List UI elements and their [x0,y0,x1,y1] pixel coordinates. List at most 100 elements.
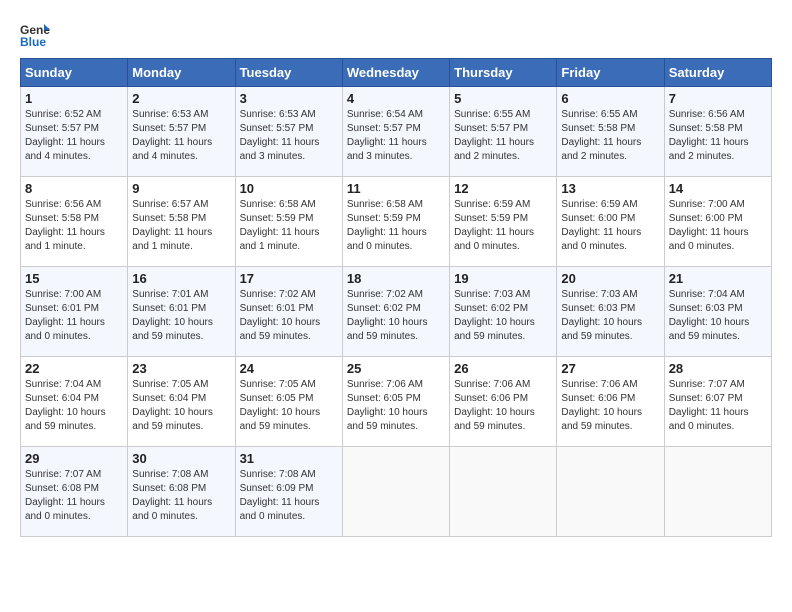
calendar-cell: 30 Sunrise: 7:08 AM Sunset: 6:08 PM Dayli… [128,447,235,537]
calendar-cell [342,447,449,537]
day-info: Sunrise: 7:03 AM Sunset: 6:02 PM Dayligh… [454,288,552,344]
day-info: Sunrise: 6:53 AM Sunset: 5:57 PM Dayligh… [240,108,338,164]
day-info: Sunrise: 6:59 AM Sunset: 6:00 PM Dayligh… [561,198,659,254]
day-info: Sunrise: 6:53 AM Sunset: 5:57 PM Dayligh… [132,108,230,164]
calendar-cell: 24 Sunrise: 7:05 AM Sunset: 6:05 PM Dayli… [235,357,342,447]
day-info: Sunrise: 7:07 AM Sunset: 6:08 PM Dayligh… [25,468,123,524]
day-number: 23 [132,361,230,376]
calendar-cell: 31Sunrise: 7:08 AM Sunset: 6:09 PM Dayli… [235,447,342,537]
calendar-cell: 19 Sunrise: 7:03 AM Sunset: 6:02 PM Dayli… [450,267,557,357]
calendar-week-5: 29Sunrise: 7:07 AM Sunset: 6:08 PM Dayli… [21,447,772,537]
day-number: 8 [25,181,123,196]
day-info: Sunrise: 6:59 AM Sunset: 5:59 PM Dayligh… [454,198,552,254]
day-header-thursday: Thursday [450,59,557,87]
day-number: 15 [25,271,123,286]
calendar-cell: 21 Sunrise: 7:04 AM Sunset: 6:03 PM Dayli… [664,267,771,357]
calendar-week-1: 1 Sunrise: 6:52 AM Sunset: 5:57 PM Daylig… [21,87,772,177]
day-number: 28 [669,361,767,376]
calendar-cell: 5 Sunrise: 6:55 AM Sunset: 5:57 PM Daylig… [450,87,557,177]
day-number: 2 [132,91,230,106]
day-number: 31 [240,451,338,466]
day-number: 14 [669,181,767,196]
day-info: Sunrise: 6:52 AM Sunset: 5:57 PM Dayligh… [25,108,123,164]
logo-icon: General Blue [20,20,50,50]
day-number: 19 [454,271,552,286]
day-number: 6 [561,91,659,106]
day-info: Sunrise: 7:02 AM Sunset: 6:02 PM Dayligh… [347,288,445,344]
day-number: 4 [347,91,445,106]
day-number: 26 [454,361,552,376]
calendar-cell: 2 Sunrise: 6:53 AM Sunset: 5:57 PM Daylig… [128,87,235,177]
day-header-friday: Friday [557,59,664,87]
calendar-table: SundayMondayTuesdayWednesdayThursdayFrid… [20,58,772,537]
calendar-cell: 22 Sunrise: 7:04 AM Sunset: 6:04 PM Dayli… [21,357,128,447]
day-number: 17 [240,271,338,286]
day-number: 27 [561,361,659,376]
svg-text:Blue: Blue [20,35,46,49]
calendar-cell: 16Sunrise: 7:01 AM Sunset: 6:01 PM Dayli… [128,267,235,357]
calendar-cell: 13 Sunrise: 6:59 AM Sunset: 6:00 PM Dayli… [557,177,664,267]
calendar-cell: 27 Sunrise: 7:06 AM Sunset: 6:06 PM Dayli… [557,357,664,447]
calendar-cell: 17 Sunrise: 7:02 AM Sunset: 6:01 PM Dayli… [235,267,342,357]
day-header-saturday: Saturday [664,59,771,87]
day-number: 30 [132,451,230,466]
calendar-cell: 26 Sunrise: 7:06 AM Sunset: 6:06 PM Dayli… [450,357,557,447]
day-info: Sunrise: 6:55 AM Sunset: 5:58 PM Dayligh… [561,108,659,164]
calendar-cell: 14Sunrise: 7:00 AM Sunset: 6:00 PM Dayli… [664,177,771,267]
day-number: 1 [25,91,123,106]
calendar-header-row: SundayMondayTuesdayWednesdayThursdayFrid… [21,59,772,87]
day-number: 22 [25,361,123,376]
calendar-cell: 4 Sunrise: 6:54 AM Sunset: 5:57 PM Daylig… [342,87,449,177]
day-number: 20 [561,271,659,286]
day-info: Sunrise: 6:56 AM Sunset: 5:58 PM Dayligh… [25,198,123,254]
calendar-cell: 6 Sunrise: 6:55 AM Sunset: 5:58 PM Daylig… [557,87,664,177]
page-header: General Blue [20,20,772,50]
day-info: Sunrise: 6:56 AM Sunset: 5:58 PM Dayligh… [669,108,767,164]
day-info: Sunrise: 7:03 AM Sunset: 6:03 PM Dayligh… [561,288,659,344]
day-info: Sunrise: 7:07 AM Sunset: 6:07 PM Dayligh… [669,378,767,434]
calendar-week-4: 22 Sunrise: 7:04 AM Sunset: 6:04 PM Dayli… [21,357,772,447]
day-info: Sunrise: 7:05 AM Sunset: 6:04 PM Dayligh… [132,378,230,434]
calendar-cell: 11Sunrise: 6:58 AM Sunset: 5:59 PM Dayli… [342,177,449,267]
day-info: Sunrise: 6:55 AM Sunset: 5:57 PM Dayligh… [454,108,552,164]
day-info: Sunrise: 6:58 AM Sunset: 5:59 PM Dayligh… [347,198,445,254]
calendar-week-3: 15 Sunrise: 7:00 AM Sunset: 6:01 PM Dayli… [21,267,772,357]
day-number: 13 [561,181,659,196]
day-number: 25 [347,361,445,376]
calendar-cell [450,447,557,537]
calendar-cell: 1 Sunrise: 6:52 AM Sunset: 5:57 PM Daylig… [21,87,128,177]
calendar-cell: 9 Sunrise: 6:57 AM Sunset: 5:58 PM Daylig… [128,177,235,267]
day-info: Sunrise: 6:54 AM Sunset: 5:57 PM Dayligh… [347,108,445,164]
day-info: Sunrise: 7:04 AM Sunset: 6:04 PM Dayligh… [25,378,123,434]
calendar-cell: 3 Sunrise: 6:53 AM Sunset: 5:57 PM Daylig… [235,87,342,177]
day-number: 18 [347,271,445,286]
day-number: 24 [240,361,338,376]
day-info: Sunrise: 7:06 AM Sunset: 6:05 PM Dayligh… [347,378,445,434]
day-info: Sunrise: 6:57 AM Sunset: 5:58 PM Dayligh… [132,198,230,254]
calendar-cell: 8 Sunrise: 6:56 AM Sunset: 5:58 PM Daylig… [21,177,128,267]
day-number: 5 [454,91,552,106]
calendar-cell: 29Sunrise: 7:07 AM Sunset: 6:08 PM Dayli… [21,447,128,537]
day-info: Sunrise: 7:02 AM Sunset: 6:01 PM Dayligh… [240,288,338,344]
day-number: 9 [132,181,230,196]
calendar-cell: 15 Sunrise: 7:00 AM Sunset: 6:01 PM Dayli… [21,267,128,357]
calendar-cell: 20 Sunrise: 7:03 AM Sunset: 6:03 PM Dayli… [557,267,664,357]
logo: General Blue [20,20,54,50]
day-header-tuesday: Tuesday [235,59,342,87]
calendar-cell [664,447,771,537]
calendar-cell: 18 Sunrise: 7:02 AM Sunset: 6:02 PM Dayli… [342,267,449,357]
day-info: Sunrise: 7:05 AM Sunset: 6:05 PM Dayligh… [240,378,338,434]
day-header-wednesday: Wednesday [342,59,449,87]
day-header-monday: Monday [128,59,235,87]
day-info: Sunrise: 7:06 AM Sunset: 6:06 PM Dayligh… [561,378,659,434]
calendar-cell: 28 Sunrise: 7:07 AM Sunset: 6:07 PM Dayli… [664,357,771,447]
day-number: 3 [240,91,338,106]
day-info: Sunrise: 7:06 AM Sunset: 6:06 PM Dayligh… [454,378,552,434]
day-info: Sunrise: 7:04 AM Sunset: 6:03 PM Dayligh… [669,288,767,344]
day-number: 21 [669,271,767,286]
day-info: Sunrise: 7:08 AM Sunset: 6:08 PM Dayligh… [132,468,230,524]
day-number: 16 [132,271,230,286]
day-number: 7 [669,91,767,106]
day-number: 10 [240,181,338,196]
day-info: Sunrise: 7:00 AM Sunset: 6:01 PM Dayligh… [25,288,123,344]
